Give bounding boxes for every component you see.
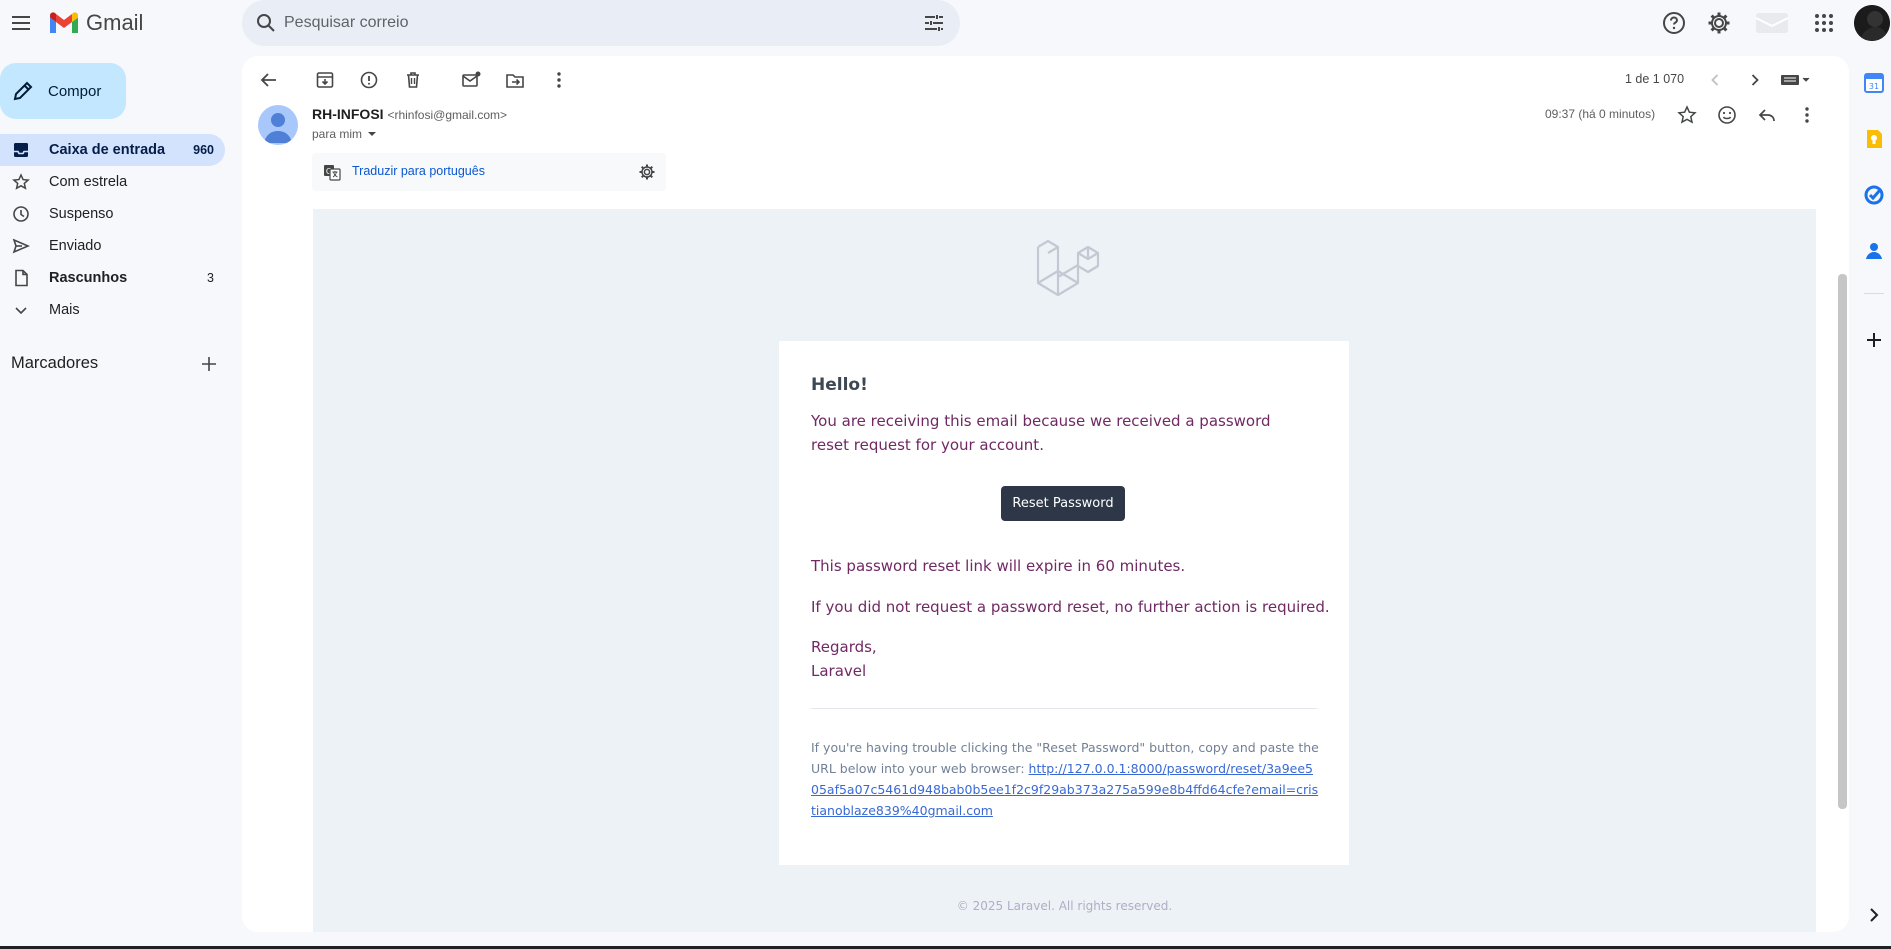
- message-toolbar: 1 de 1 070: [242, 56, 1849, 104]
- email-signature: Laravel: [811, 662, 867, 680]
- help-icon[interactable]: [1661, 10, 1687, 36]
- email-card: Hello! You are receiving this email beca…: [779, 341, 1349, 865]
- labels-section: Marcadores: [11, 354, 216, 373]
- translate-bar: G Traduzir para português: [312, 153, 666, 191]
- main-menu-icon[interactable]: [9, 11, 33, 35]
- input-tools-icon[interactable]: [1778, 69, 1814, 91]
- draft-icon: [12, 269, 30, 287]
- search-icon[interactable]: [254, 11, 278, 35]
- email-no-action-note: If you did not request a password reset,…: [811, 598, 1330, 616]
- send-icon: [12, 237, 30, 255]
- sender-name[interactable]: RH-INFOSI: [312, 106, 384, 122]
- star-toggle-icon[interactable]: [1676, 104, 1698, 126]
- scrollbar-thumb[interactable]: [1838, 274, 1847, 809]
- sender-avatar[interactable]: [258, 105, 298, 145]
- sender-line: RH-INFOSI <rhinfosi@gmail.com>: [312, 106, 507, 122]
- sidebar-nav: Caixa de entrada 960 Com estrela Suspens…: [0, 134, 225, 326]
- sidebar-item-more[interactable]: Mais: [0, 294, 225, 326]
- reply-icon[interactable]: [1756, 104, 1778, 126]
- side-panel-divider: [1864, 293, 1884, 294]
- sidebar-item-starred[interactable]: Com estrela: [0, 166, 225, 198]
- sidebar-item-drafts[interactable]: Rascunhos 3: [0, 262, 225, 294]
- gmail-logo[interactable]: Gmail: [48, 10, 143, 36]
- app-name: Gmail: [86, 10, 144, 35]
- search-bar[interactable]: [242, 0, 960, 46]
- scrollbar[interactable]: [1835, 56, 1849, 932]
- pencil-icon: [13, 81, 33, 101]
- account-avatar[interactable]: [1854, 5, 1890, 41]
- sidebar-item-label: Com estrela: [49, 174, 128, 190]
- reset-password-button[interactable]: Reset Password: [1001, 486, 1125, 521]
- archive-icon[interactable]: [314, 69, 336, 91]
- translate-settings-icon[interactable]: [638, 163, 656, 181]
- svg-text:31: 31: [1869, 82, 1879, 91]
- sidebar-item-label: Suspenso: [49, 206, 114, 222]
- next-icon[interactable]: [1744, 69, 1766, 91]
- caret-down-icon[interactable]: [366, 128, 378, 140]
- search-input[interactable]: [284, 8, 884, 38]
- sidebar-item-label: Caixa de entrada: [49, 142, 166, 158]
- sidebar-item-inbox[interactable]: Caixa de entrada 960: [0, 134, 225, 166]
- message-more-icon[interactable]: [1796, 104, 1818, 126]
- add-label-icon[interactable]: [200, 355, 218, 373]
- workspace-icon[interactable]: [1754, 10, 1790, 36]
- compose-label: Compor: [48, 82, 102, 100]
- sidebar-item-label: Enviado: [49, 238, 102, 254]
- sidebar-item-snoozed[interactable]: Suspenso: [0, 198, 225, 230]
- settings-gear-icon[interactable]: [1706, 10, 1732, 36]
- contacts-icon[interactable]: [1862, 239, 1886, 263]
- translate-link[interactable]: Traduzir para português: [352, 164, 485, 178]
- tasks-icon[interactable]: [1862, 183, 1886, 207]
- clock-icon: [12, 205, 30, 223]
- more-options-icon[interactable]: [548, 69, 570, 91]
- message-time: 09:37 (há 0 minutos): [1545, 107, 1656, 121]
- laravel-logo-icon: [1034, 239, 1102, 307]
- apps-grid-icon[interactable]: [1811, 10, 1837, 36]
- top-bar: Gmail: [0, 0, 1891, 46]
- mark-unread-icon[interactable]: [460, 69, 482, 91]
- email-intro: You are receiving this email because we …: [811, 412, 1271, 454]
- report-spam-icon[interactable]: [358, 69, 380, 91]
- calendar-icon[interactable]: 31: [1862, 71, 1886, 95]
- labels-title: Marcadores: [11, 354, 99, 372]
- message-view: 1 de 1 070 RH-INFOSI <rhinfosi@gmail.com…: [242, 56, 1849, 932]
- drafts-count: 3: [207, 271, 214, 285]
- search-options-icon[interactable]: [922, 11, 946, 35]
- keep-icon[interactable]: [1862, 127, 1886, 151]
- pagination-count: 1 de 1 070: [1625, 72, 1685, 86]
- unread-count: 960: [193, 143, 214, 157]
- emoji-reaction-icon[interactable]: [1716, 104, 1738, 126]
- compose-button[interactable]: Compor: [0, 63, 126, 119]
- email-footer: © 2025 Laravel. All rights reserved.: [956, 899, 1173, 913]
- sender-email: <rhinfosi@gmail.com>: [387, 108, 508, 122]
- email-body: Hello! You are receiving this email beca…: [313, 209, 1816, 932]
- back-arrow-icon[interactable]: [258, 69, 280, 91]
- sidebar-item-sent[interactable]: Enviado: [0, 230, 225, 262]
- email-greeting: Hello!: [811, 375, 868, 395]
- translate-icon: G: [323, 163, 341, 181]
- chevron-down-icon: [12, 301, 30, 319]
- divider: [811, 708, 1317, 709]
- recipient-label: para mim: [312, 127, 363, 141]
- email-subcopy: If you're having trouble clicking the "R…: [811, 737, 1319, 821]
- add-addon-icon[interactable]: [1862, 328, 1886, 352]
- email-regards: Regards,: [811, 638, 877, 656]
- hide-panel-icon[interactable]: [1862, 903, 1886, 927]
- side-panel: 31: [1856, 60, 1891, 930]
- move-to-icon[interactable]: [504, 69, 526, 91]
- sidebar-item-label: Mais: [49, 302, 80, 318]
- email-expiry-note: This password reset link will expire in …: [811, 557, 1186, 575]
- star-icon: [12, 173, 30, 191]
- recipient-details[interactable]: para mim: [312, 127, 378, 141]
- sidebar-item-label: Rascunhos: [49, 270, 128, 286]
- delete-icon[interactable]: [402, 69, 424, 91]
- previous-icon[interactable]: [1704, 69, 1726, 91]
- inbox-icon: [12, 141, 30, 159]
